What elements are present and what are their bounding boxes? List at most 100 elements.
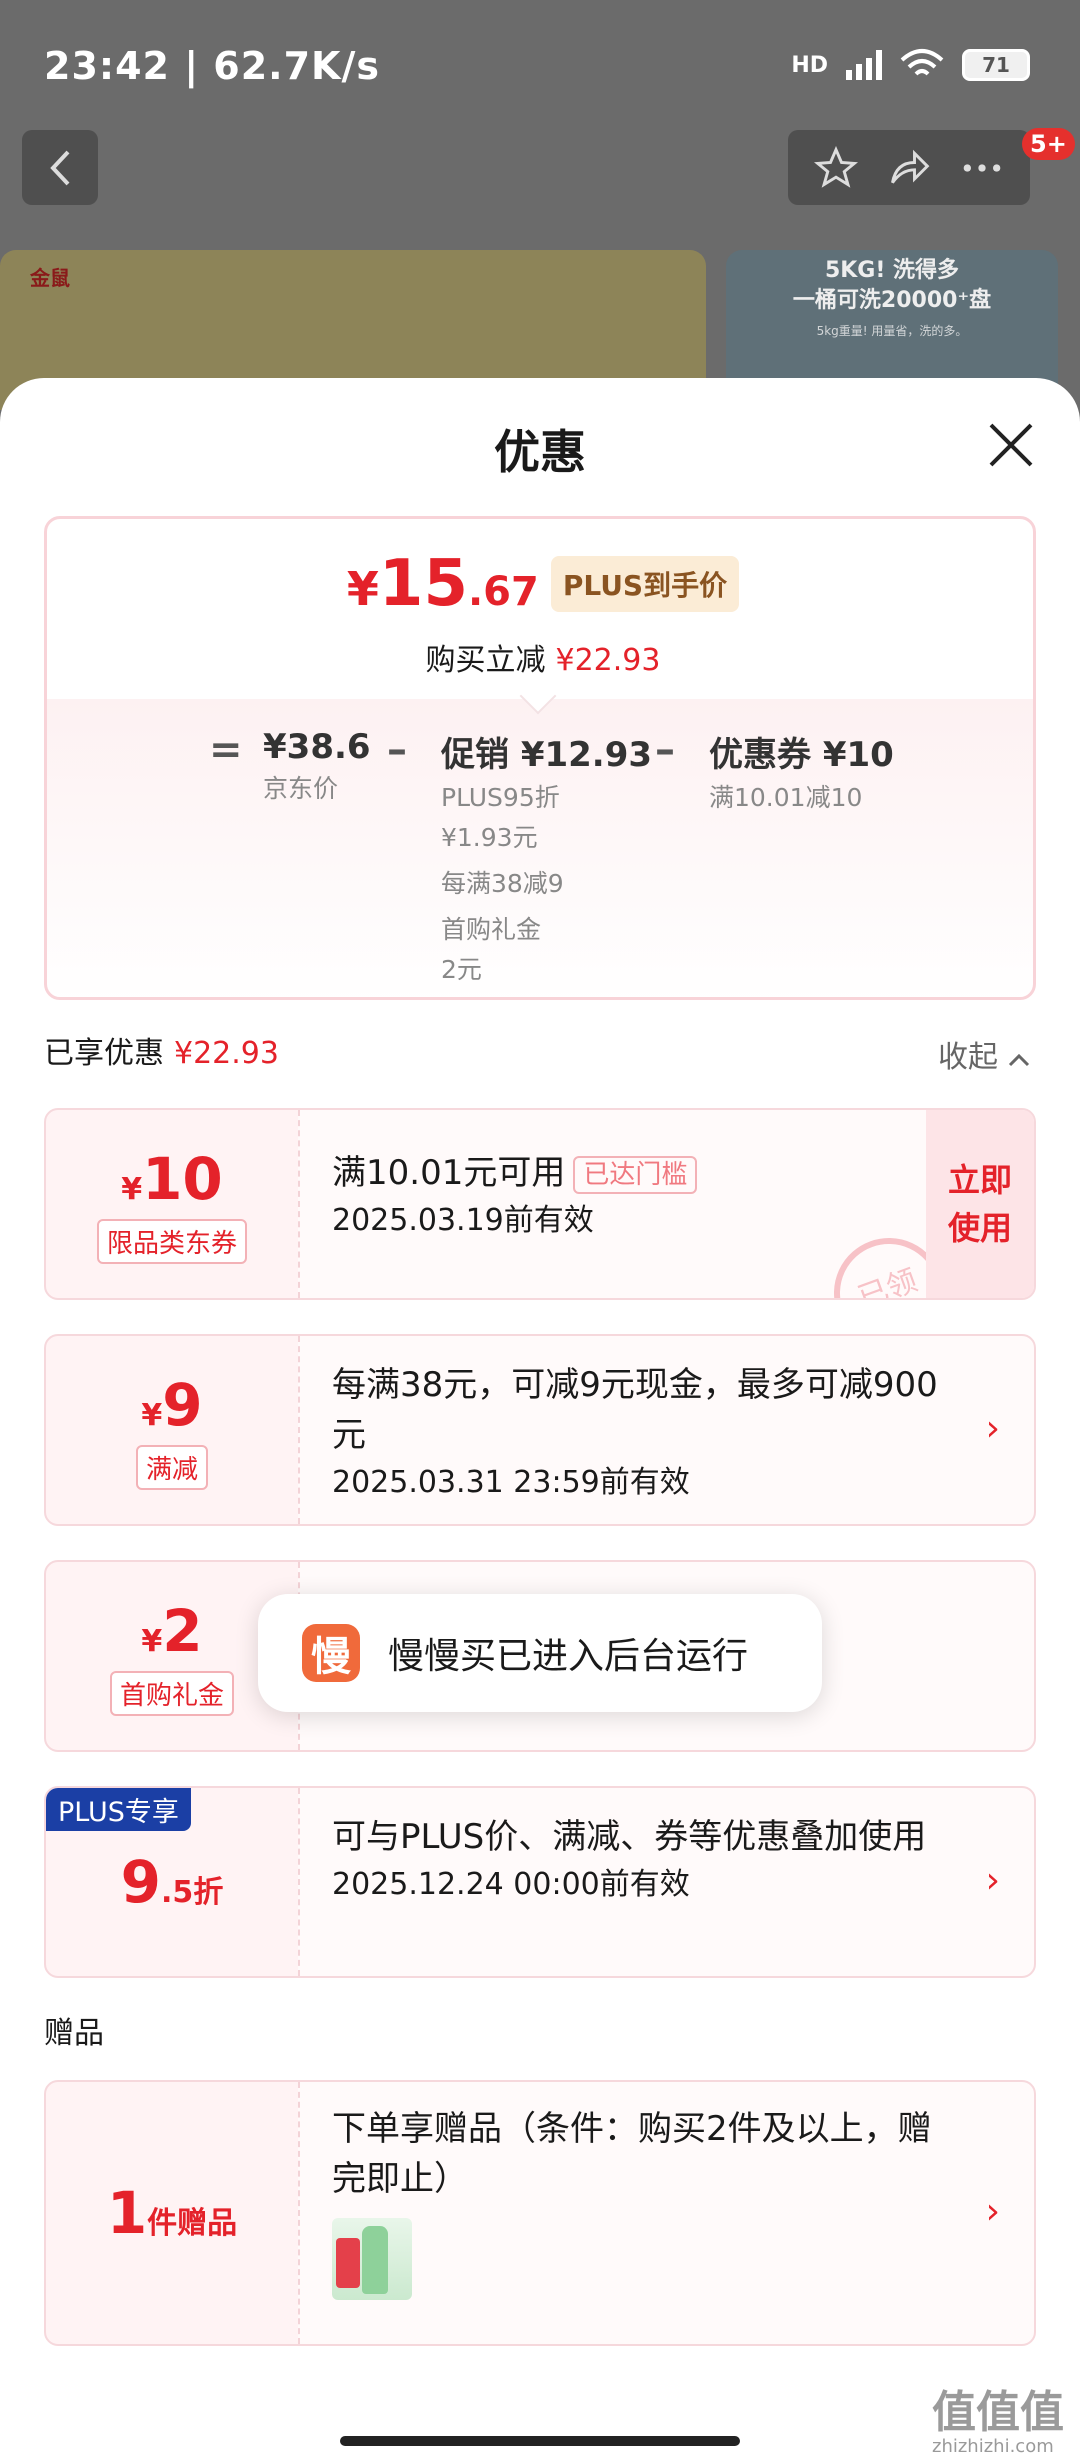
promo-detail: 2元 bbox=[441, 955, 482, 984]
coupon-type-tag: 限品类东券 bbox=[96, 1218, 247, 1264]
coupon-text: 可与PLUS价、满减、券等优惠叠加使用 2025.12.24 00:00前有效 bbox=[332, 1812, 952, 1908]
jd-price-block: ¥38.6 京东价 bbox=[263, 727, 371, 807]
minus-sign: – bbox=[387, 727, 407, 773]
coupon-decimal: .5 bbox=[161, 1875, 194, 1910]
use-now-button[interactable]: 立即 使用 bbox=[926, 1110, 1034, 1298]
chevron-right-icon: › bbox=[985, 1860, 1000, 1901]
coupon-yen: ¥ bbox=[141, 1623, 163, 1659]
promo-detail: 每满38减9 bbox=[441, 869, 564, 898]
chevron-right-icon: › bbox=[985, 2191, 1000, 2232]
back-arrow-icon bbox=[50, 150, 70, 185]
jd-price-label: 京东价 bbox=[263, 774, 339, 803]
promo-block: 促销 ¥12.93 PLUS95折 ¥1.93元 每满38减9 首购礼金 2元 bbox=[441, 727, 652, 988]
coupon-divider bbox=[298, 1336, 300, 1524]
side-banner-line3: 5kg重量! 用量省，洗的多。 bbox=[816, 324, 968, 338]
share-icon[interactable] bbox=[886, 146, 932, 190]
toast-text: 慢慢买已进入后台运行 bbox=[388, 1636, 749, 1677]
signal-icon bbox=[846, 50, 882, 80]
instant-off-value: ¥22.93 bbox=[555, 643, 661, 678]
coupon-card[interactable]: ¥9 满减 每满38元，可减9元现金，最多可减900元 2025.03.31 2… bbox=[44, 1334, 1036, 1526]
back-button[interactable] bbox=[22, 130, 98, 205]
coupon-block: 优惠券 ¥10 满10.01减10 bbox=[709, 727, 894, 816]
toast: 慢 慢慢买已进入后台运行 bbox=[258, 1594, 822, 1712]
coupon-divider bbox=[298, 1110, 300, 1298]
final-price-row: ¥ 15 .67 PLUS到手价 bbox=[47, 547, 1033, 621]
coupon-divider bbox=[298, 1788, 300, 1976]
more-icon[interactable] bbox=[960, 146, 1004, 190]
instant-off-row: 购买立减 ¥22.93 bbox=[47, 635, 1033, 679]
coupon-unit: 折 bbox=[193, 1875, 224, 1910]
side-banner-line2: 一桶可洗20000⁺盘 bbox=[792, 288, 992, 313]
status-icons: HD 71 bbox=[791, 48, 1030, 82]
collapse-label: 收起 bbox=[938, 1040, 998, 1075]
coupon-card[interactable]: PLUS专享 9.5 折 可与PLUS价、满减、券等优惠叠加使用 2025.12.… bbox=[44, 1786, 1036, 1978]
side-banner-line1: 5KG! 洗得多 bbox=[824, 258, 960, 283]
coupon-amount: 9 bbox=[162, 1370, 203, 1439]
coupon-condition: 可与PLUS价、满减、券等优惠叠加使用 bbox=[332, 1817, 927, 1857]
collapse-button[interactable]: 收起 bbox=[938, 1032, 1030, 1076]
coupon-amount: 10 bbox=[142, 1144, 223, 1213]
coupon-type-tag: 首购礼金 bbox=[109, 1670, 234, 1716]
promo-detail: PLUS95折 bbox=[441, 783, 560, 812]
promo-detail: ¥1.93元 bbox=[441, 823, 538, 852]
nav-actions bbox=[788, 130, 1030, 205]
enjoyed-discount: 已享优惠 ¥22.93 bbox=[44, 1028, 279, 1072]
status-time: 23:42 | 62.7K/s bbox=[44, 44, 380, 88]
gift-count-unit: 件赠品 bbox=[147, 2206, 238, 2241]
wifi-icon bbox=[900, 49, 944, 76]
coupon-value: ¥9 满减 bbox=[46, 1336, 298, 1524]
instant-off-label: 购买立减 bbox=[425, 643, 546, 678]
coupon-expiry: 2025.03.19前有效 bbox=[332, 1203, 594, 1238]
chevron-up-icon bbox=[1008, 1053, 1029, 1067]
jd-price: ¥38.6 bbox=[263, 727, 371, 767]
promo-amount: 促销 ¥12.93 bbox=[441, 735, 653, 775]
final-price: ¥ 15 .67 bbox=[347, 547, 539, 621]
coupon-yen: ¥ bbox=[121, 1171, 143, 1207]
sheet-title: 优惠 bbox=[494, 425, 586, 479]
coupon-divider bbox=[298, 2082, 300, 2344]
coupon-card[interactable]: ¥10 限品类东券 满10.01元可用 已达门槛 2025.03.19前有效 已领… bbox=[44, 1108, 1036, 1300]
coupon-yen: ¥ bbox=[141, 1397, 163, 1433]
coupon-condition: 满10.01元可用 bbox=[332, 1153, 566, 1193]
enjoyed-value: ¥22.93 bbox=[174, 1036, 279, 1071]
gift-count-number: 1 bbox=[106, 2179, 148, 2247]
watermark-sub: zhizhizhi.com bbox=[932, 2436, 1054, 2457]
pointer-arrow bbox=[519, 677, 557, 715]
gift-thumbnail[interactable] bbox=[332, 2218, 412, 2300]
coupon-amount: 2 bbox=[162, 1596, 203, 1665]
threshold-reached-badge: 已达门槛 bbox=[573, 1155, 698, 1194]
price-summary: ¥ 15 .67 PLUS到手价 购买立减 ¥22.93 = ¥38.6 京东价 … bbox=[44, 516, 1036, 1000]
coupon-value: ¥10 限品类东券 bbox=[46, 1110, 298, 1298]
final-price-integer: 15 bbox=[378, 547, 468, 621]
promo-detail: 首购礼金 bbox=[441, 915, 542, 944]
minus-sign: – bbox=[655, 727, 675, 773]
coupon-expiry: 2025.12.24 00:00前有效 bbox=[332, 1867, 690, 1902]
gift-card[interactable]: 1 件赠品 下单享赠品（条件：购买2件及以上，赠完即止） › bbox=[44, 2080, 1036, 2346]
gift-count: 1 件赠品 bbox=[46, 2082, 298, 2344]
status-bar: 23:42 | 62.7K/s HD 71 bbox=[0, 0, 1080, 130]
plus-price-tag: PLUS到手价 bbox=[550, 556, 740, 612]
home-indicator[interactable] bbox=[340, 2436, 740, 2446]
coupon-value: 9.5 折 bbox=[46, 1788, 298, 1976]
coupon-amount: 优惠券 ¥10 bbox=[709, 735, 894, 775]
final-price-yen: ¥ bbox=[346, 562, 379, 616]
coupon-type-tag: 满减 bbox=[135, 1444, 208, 1490]
product-top-nav: 5+ bbox=[0, 128, 1080, 250]
coupon-detail: 满10.01减10 bbox=[709, 783, 863, 812]
coupon-text: 满10.01元可用 已达门槛 2025.03.19前有效 bbox=[332, 1148, 952, 1244]
enjoyed-label: 已享优惠 bbox=[44, 1036, 164, 1071]
gift-condition: 下单享赠品（条件：购买2件及以上，赠完即止） bbox=[332, 2109, 932, 2199]
gift-text: 下单享赠品（条件：购买2件及以上，赠完即止） bbox=[332, 2104, 952, 2300]
discount-sheet: 优惠 ¥ 15 .67 PLUS到手价 购买立减 ¥22.93 = ¥38.6 京… bbox=[0, 378, 1080, 2460]
battery-icon: 71 bbox=[962, 49, 1030, 81]
gift-section-label: 赠品 bbox=[44, 2016, 104, 2051]
app-icon: 慢 bbox=[302, 1624, 360, 1682]
watermark: 值值值 bbox=[932, 2387, 1064, 2438]
close-icon[interactable] bbox=[988, 422, 1034, 468]
coupon-amount: 9 bbox=[120, 1848, 162, 1916]
chevron-right-icon: › bbox=[985, 1408, 1000, 1449]
hd-icon: HD bbox=[791, 52, 828, 78]
final-price-decimal: .67 bbox=[467, 569, 539, 615]
star-icon[interactable] bbox=[814, 145, 858, 190]
coupon-expiry: 2025.03.31 23:59前有效 bbox=[332, 1465, 690, 1500]
